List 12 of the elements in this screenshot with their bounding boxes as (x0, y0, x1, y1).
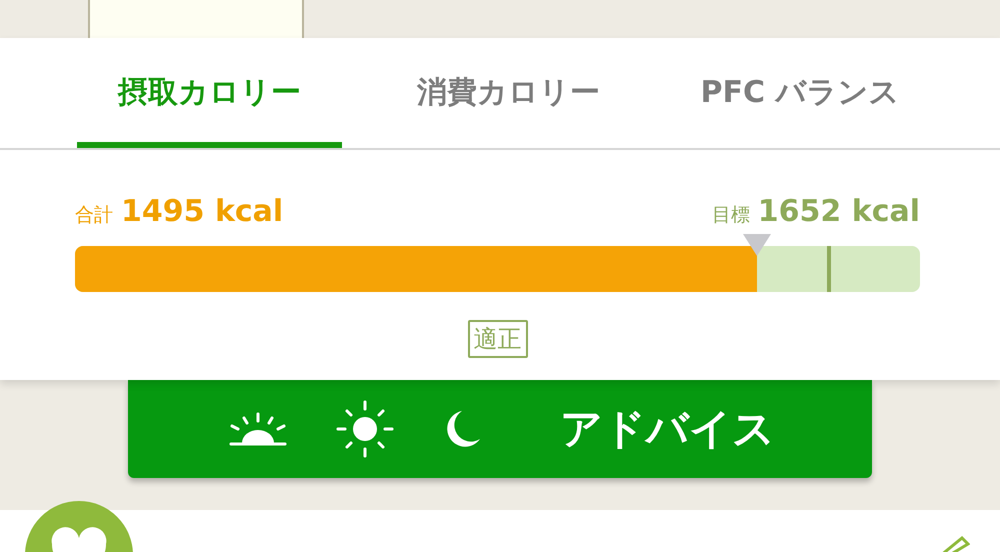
status-badge: 適正 (468, 320, 528, 358)
tab[interactable]: 摂取カロリー (77, 38, 342, 148)
sun-icon (336, 400, 394, 458)
tab[interactable]: PFC バランス (675, 38, 925, 148)
total-label: 合計 (75, 203, 113, 228)
tab[interactable]: 消費カロリー (376, 38, 641, 148)
target-marker-icon (742, 234, 771, 256)
goal-label: 目標 (712, 203, 750, 228)
advice-button[interactable]: アドバイス (128, 380, 872, 478)
sunrise-icon (228, 411, 288, 447)
goal-value: 1652 kcal (758, 194, 920, 229)
total-value: 1495 kcal (121, 194, 284, 229)
